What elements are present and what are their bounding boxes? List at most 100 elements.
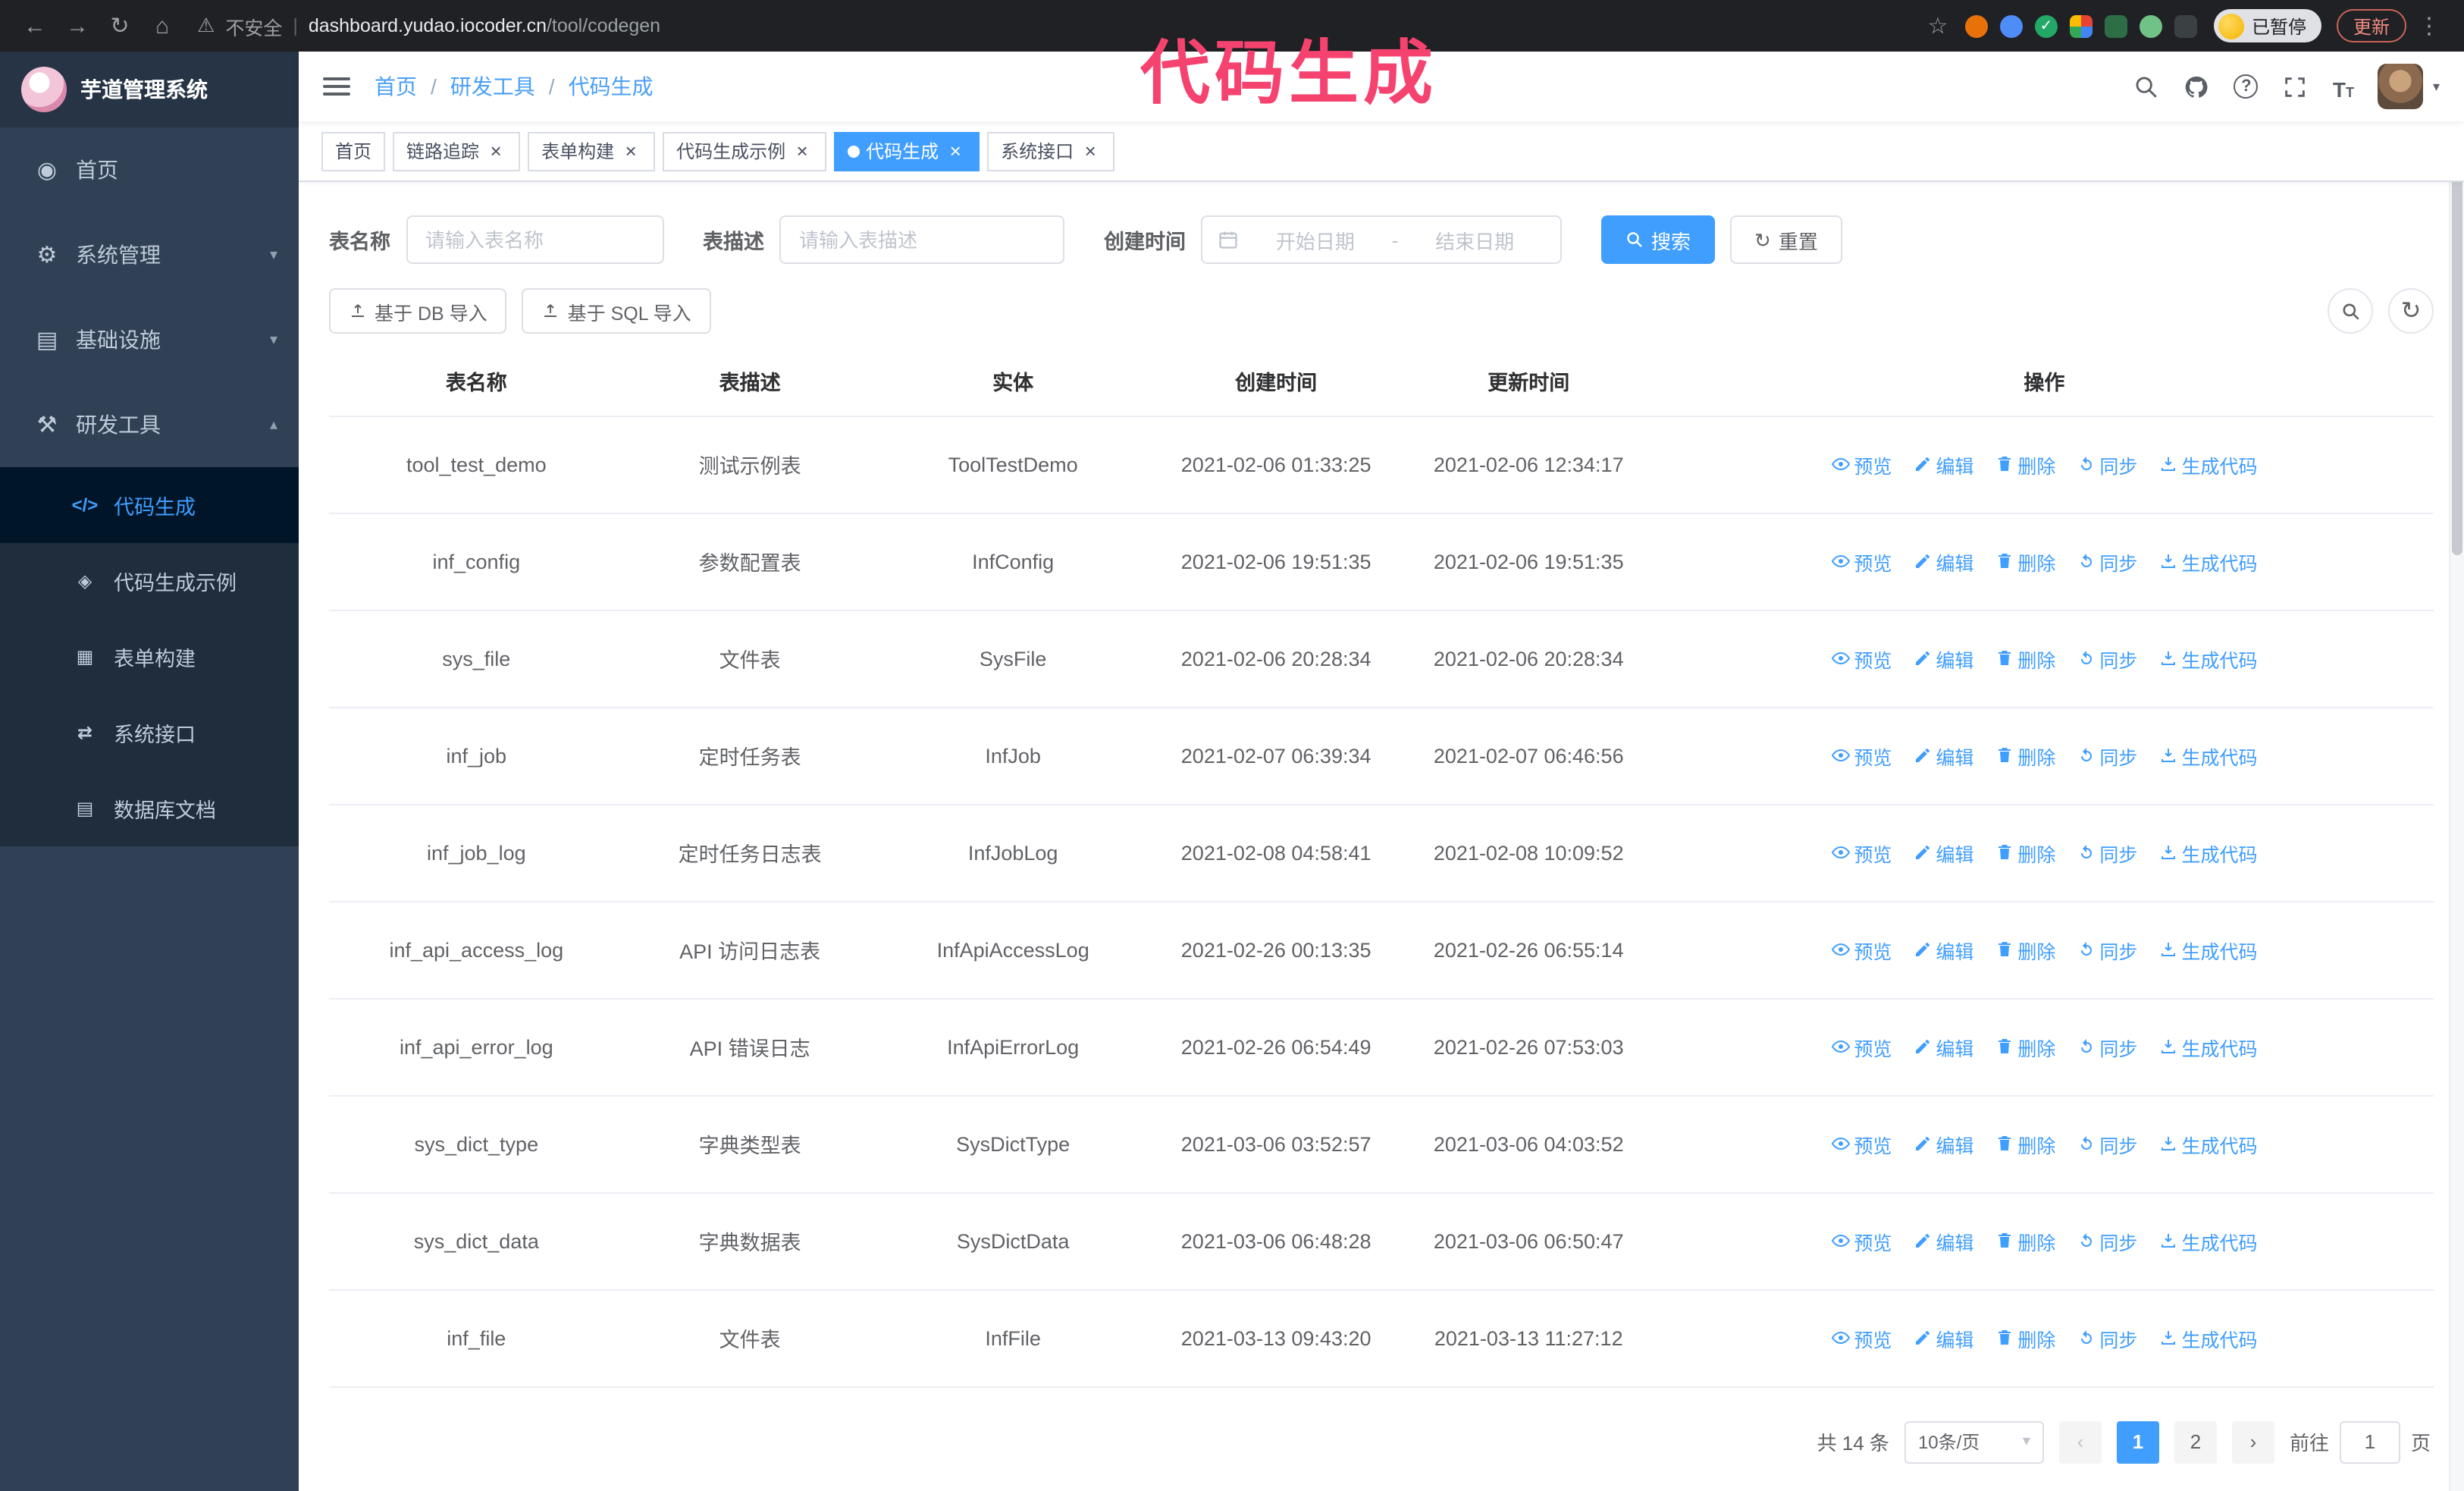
sidebar-item-system-api[interactable]: ⇄ 系统接口 — [0, 695, 299, 771]
next-page-button[interactable]: › — [2231, 1420, 2274, 1463]
forward-icon[interactable]: → — [58, 6, 97, 46]
scrollbar-track[interactable] — [2449, 52, 2464, 1491]
home-icon[interactable]: ⌂ — [143, 6, 182, 46]
hamburger-icon[interactable] — [323, 77, 350, 96]
action-delete[interactable]: 删除 — [1995, 644, 2055, 673]
action-sync[interactable]: 同步 — [2077, 741, 2137, 770]
action-generate[interactable]: 生成代码 — [2158, 1323, 2257, 1352]
action-generate[interactable]: 生成代码 — [2158, 1129, 2257, 1158]
action-delete[interactable]: 删除 — [1995, 1032, 2055, 1061]
action-generate[interactable]: 生成代码 — [2158, 838, 2257, 867]
action-preview[interactable]: 预览 — [1831, 1129, 1892, 1158]
tab-5[interactable]: 代码生成 × — [834, 131, 980, 171]
action-edit[interactable]: 编辑 — [1913, 1032, 1973, 1061]
action-delete[interactable]: 删除 — [1995, 547, 2055, 576]
sidebar-item-system-management[interactable]: ⚙ 系统管理 ▾ — [0, 212, 299, 297]
font-size-icon[interactable]: TT — [2333, 73, 2354, 100]
import-db-button[interactable]: 基于 DB 导入 — [329, 288, 507, 334]
reset-button[interactable]: ↻ 重置 — [1730, 215, 1842, 264]
action-preview[interactable]: 预览 — [1831, 838, 1892, 867]
action-preview[interactable]: 预览 — [1831, 741, 1892, 770]
search-button[interactable]: 搜索 — [1601, 215, 1716, 264]
tab-4[interactable]: 代码生成示例 × — [663, 131, 827, 171]
action-sync[interactable]: 同步 — [2077, 1032, 2137, 1061]
action-edit[interactable]: 编辑 — [1913, 450, 1973, 479]
back-icon[interactable]: ← — [15, 6, 55, 46]
profile-paused-chip[interactable]: 已暂停 — [2213, 9, 2321, 42]
sidebar-item-codegen-example[interactable]: ◈ 代码生成示例 — [0, 543, 299, 619]
action-generate[interactable]: 生成代码 — [2158, 1226, 2257, 1255]
sidebar-item-form-builder[interactable]: ▦ 表单构建 — [0, 619, 299, 695]
page-size-select[interactable]: 10条/页 ▾ — [1904, 1420, 2044, 1463]
chevron-down-icon[interactable]: ▾ — [2433, 78, 2440, 95]
reload-icon[interactable]: ↻ — [100, 6, 140, 46]
action-preview[interactable]: 预览 — [1831, 1226, 1892, 1255]
search-icon[interactable] — [2134, 73, 2160, 100]
prev-page-button[interactable]: ‹ — [2058, 1420, 2102, 1463]
action-preview[interactable]: 预览 — [1831, 450, 1892, 479]
action-preview[interactable]: 预览 — [1831, 644, 1892, 673]
extension-check-icon[interactable]: ✓ — [2034, 14, 2058, 37]
tab-3[interactable]: 表单构建 × — [528, 131, 656, 171]
action-generate[interactable]: 生成代码 — [2158, 547, 2257, 576]
table-name-input[interactable] — [406, 215, 663, 264]
extension-icon[interactable] — [2104, 14, 2127, 37]
breadcrumb-item[interactable]: 首页 — [375, 71, 417, 102]
sidebar-item-db-doc[interactable]: ▤ 数据库文档 — [0, 771, 299, 846]
action-generate[interactable]: 生成代码 — [2158, 1032, 2257, 1061]
breadcrumb-item[interactable]: 代码生成 — [569, 71, 654, 102]
extension-icon[interactable] — [1999, 14, 2023, 37]
sidebar-item-dev-tools[interactable]: ⚒ 研发工具 ▴ — [0, 382, 299, 467]
action-generate[interactable]: 生成代码 — [2158, 741, 2257, 770]
action-delete[interactable]: 删除 — [1995, 741, 2055, 770]
action-edit[interactable]: 编辑 — [1913, 1226, 1973, 1255]
close-icon[interactable]: × — [485, 140, 506, 162]
action-edit[interactable]: 编辑 — [1913, 644, 1973, 673]
tab-1[interactable]: 首页 — [321, 131, 386, 171]
help-icon[interactable]: ? — [2234, 73, 2259, 100]
sidebar-item-infrastructure[interactable]: ▤ 基础设施 ▾ — [0, 297, 299, 382]
import-sql-button[interactable]: 基于 SQL 导入 — [522, 288, 711, 334]
action-sync[interactable]: 同步 — [2077, 838, 2137, 867]
table-desc-input[interactable] — [779, 215, 1064, 264]
action-delete[interactable]: 删除 — [1995, 1129, 2055, 1158]
extension-grid-icon[interactable] — [2069, 14, 2093, 37]
toggle-search-button[interactable] — [2328, 288, 2373, 334]
extension-icon[interactable] — [1964, 14, 1988, 37]
action-delete[interactable]: 删除 — [1995, 1323, 2055, 1352]
action-generate[interactable]: 生成代码 — [2158, 644, 2257, 673]
action-edit[interactable]: 编辑 — [1913, 935, 1973, 964]
action-delete[interactable]: 删除 — [1995, 450, 2055, 479]
action-delete[interactable]: 删除 — [1995, 1226, 2055, 1255]
action-sync[interactable]: 同步 — [2077, 935, 2137, 964]
action-preview[interactable]: 预览 — [1831, 1323, 1892, 1352]
refresh-button[interactable]: ↻ — [2388, 288, 2434, 334]
action-edit[interactable]: 编辑 — [1913, 1323, 1973, 1352]
sidebar-item-home[interactable]: ◉ 首页 — [0, 127, 299, 212]
bookmark-star-icon[interactable]: ☆ — [1918, 6, 1958, 46]
fullscreen-icon[interactable] — [2283, 73, 2309, 100]
breadcrumb-item[interactable]: 研发工具 — [450, 71, 535, 102]
action-sync[interactable]: 同步 — [2077, 1323, 2137, 1352]
page-button-2[interactable]: 2 — [2174, 1420, 2217, 1463]
action-preview[interactable]: 预览 — [1831, 547, 1892, 576]
action-sync[interactable]: 同步 — [2077, 547, 2137, 576]
goto-page-input[interactable] — [2339, 1420, 2400, 1463]
update-button[interactable]: 更新 — [2336, 9, 2406, 42]
action-sync[interactable]: 同步 — [2077, 644, 2137, 673]
tab-6[interactable]: 系统接口 × — [987, 131, 1115, 171]
action-preview[interactable]: 预览 — [1831, 1032, 1892, 1061]
tab-2[interactable]: 链路追踪 × — [393, 131, 521, 171]
close-icon[interactable]: × — [945, 140, 966, 162]
extension-icon[interactable] — [2139, 14, 2162, 37]
avatar[interactable] — [2378, 64, 2424, 109]
close-icon[interactable]: × — [792, 140, 813, 162]
extension-pin-icon[interactable] — [2174, 14, 2197, 37]
date-range-picker[interactable]: 开始日期 - 结束日期 — [1201, 215, 1562, 264]
action-delete[interactable]: 删除 — [1995, 838, 2055, 867]
page-button-1[interactable]: 1 — [2116, 1420, 2159, 1463]
action-sync[interactable]: 同步 — [2077, 450, 2137, 479]
sidebar-item-codegen[interactable]: </> 代码生成 — [0, 467, 299, 543]
action-sync[interactable]: 同步 — [2077, 1226, 2137, 1255]
action-delete[interactable]: 删除 — [1995, 935, 2055, 964]
